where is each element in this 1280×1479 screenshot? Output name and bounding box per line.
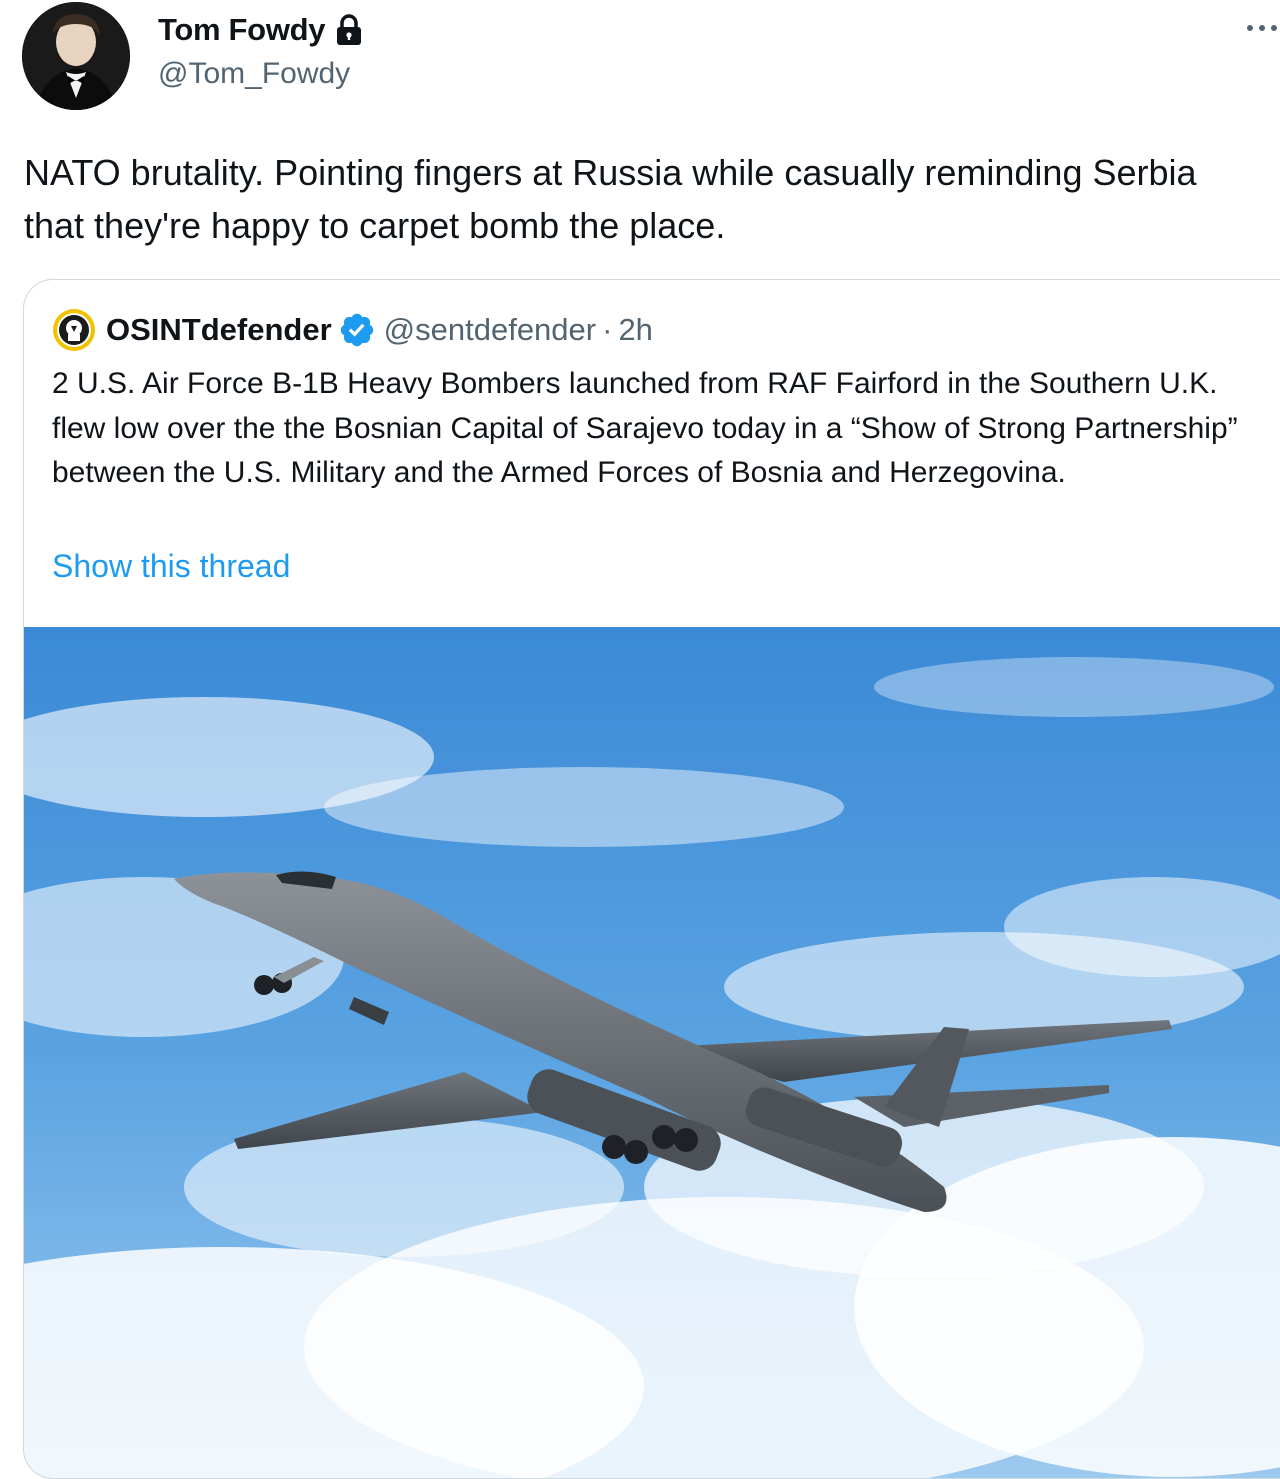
lock-icon xyxy=(335,14,363,46)
author-name[interactable]: Tom Fowdy xyxy=(158,12,326,48)
quoted-tweet-card[interactable]: OSINTdefender @sentdefender · 2h 2 U.S. … xyxy=(23,279,1280,1479)
verified-badge-icon xyxy=(338,311,376,349)
author-handle[interactable]: @Tom_Fowdy xyxy=(158,57,350,91)
bomber-photo xyxy=(24,627,1280,1478)
quoted-tweet-photo[interactable] xyxy=(24,627,1280,1478)
author-avatar[interactable] xyxy=(22,2,130,110)
quoted-author-handle[interactable]: @sentdefender xyxy=(384,312,596,348)
show-thread-link[interactable]: Show this thread xyxy=(52,548,290,585)
more-horizontal-icon[interactable] xyxy=(1244,18,1280,38)
tweet-text: NATO brutality. Pointing fingers at Russ… xyxy=(24,152,1197,246)
quoted-tweet-header: OSINTdefender @sentdefender · 2h xyxy=(52,308,653,352)
quoted-author-name[interactable]: OSINTdefender xyxy=(106,312,332,348)
quoted-tweet-text: 2 U.S. Air Force B-1B Heavy Bombers laun… xyxy=(52,367,1238,489)
author-name-row[interactable]: Tom Fowdy xyxy=(158,12,363,48)
profile-photo xyxy=(22,2,130,110)
quoted-author-avatar[interactable] xyxy=(52,308,96,352)
quoted-tweet-time[interactable]: 2h xyxy=(618,312,652,348)
header-separator: · xyxy=(602,312,613,347)
